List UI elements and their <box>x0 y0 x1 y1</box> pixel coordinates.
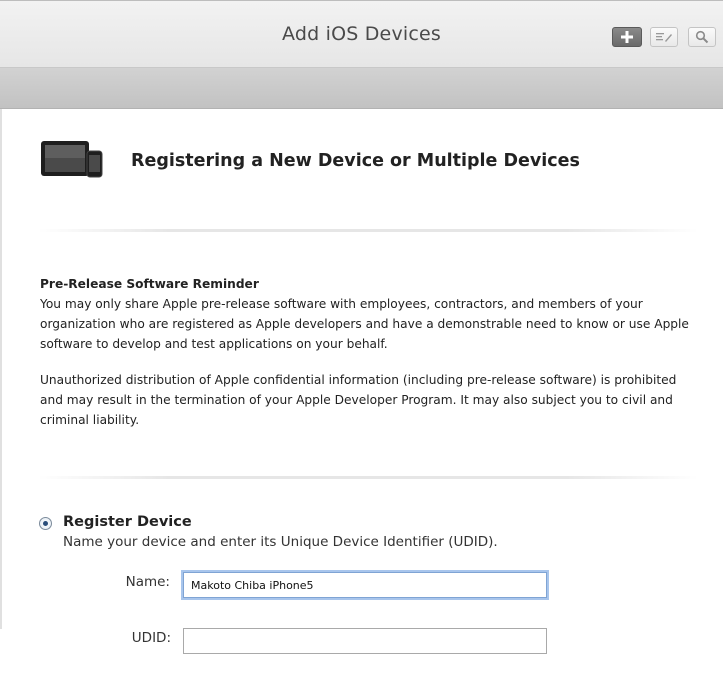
toolbar-band <box>0 68 723 109</box>
udid-label: UDID: <box>131 630 171 646</box>
notice-paragraph: You may only share Apple pre-release sof… <box>40 297 689 351</box>
register-device-description: Name your device and enter its Unique De… <box>63 534 498 550</box>
radio-selected-dot <box>43 521 48 526</box>
name-label: Name: <box>125 574 170 590</box>
page-header: Add iOS Devices <box>0 0 723 68</box>
edit-icon <box>656 33 672 42</box>
divider <box>38 229 698 232</box>
register-device-label[interactable]: Register Device <box>63 514 192 530</box>
udid-field[interactable] <box>183 628 547 654</box>
search-icon <box>695 30 709 44</box>
add-button[interactable] <box>612 27 642 47</box>
ios-devices-icon <box>41 141 103 178</box>
sidebar-edge <box>0 109 2 629</box>
register-device-radio[interactable] <box>39 517 52 530</box>
device-name-field[interactable] <box>183 572 547 598</box>
prerelease-notice: Pre-Release Software Reminder You may on… <box>40 274 690 354</box>
plus-icon <box>621 31 633 43</box>
edit-button[interactable] <box>650 27 678 47</box>
notice-paragraph-2: Unauthorized distribution of Apple confi… <box>40 373 677 427</box>
section-title: Registering a New Device or Multiple Dev… <box>131 151 580 171</box>
search-button[interactable] <box>688 27 716 47</box>
divider <box>38 476 698 479</box>
notice-heading: Pre-Release Software Reminder <box>40 277 259 291</box>
